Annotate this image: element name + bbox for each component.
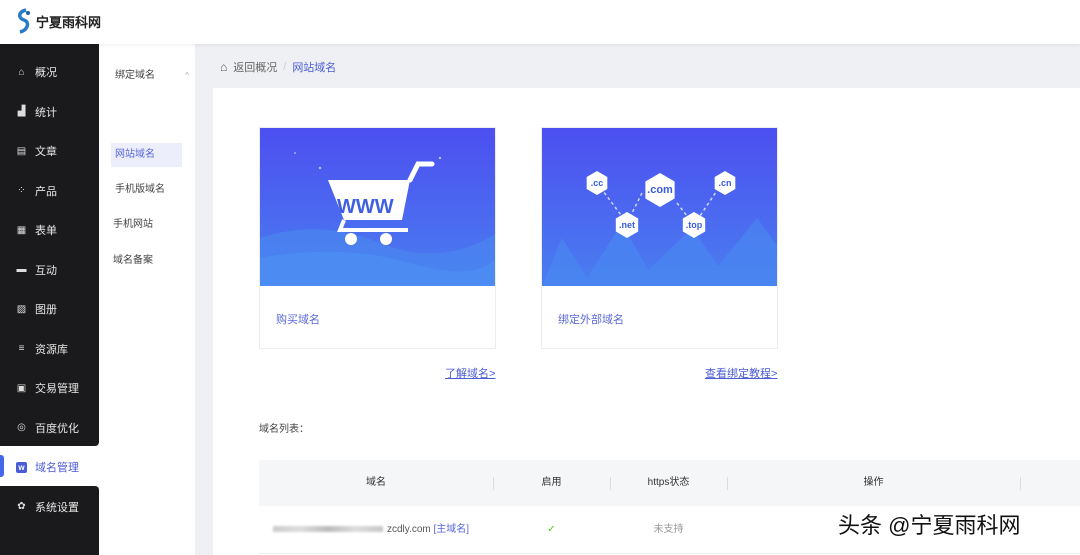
chart-icon: ▟ <box>17 106 26 117</box>
nav-item-0[interactable]: ⌂ 概况 <box>16 62 57 82</box>
home-icon: ⌂ <box>220 60 228 74</box>
active-indicator <box>0 455 4 477</box>
subnav-group-bind-domain[interactable]: 绑定域名 ^ <box>111 64 191 88</box>
nav-item-4[interactable]: ▦ 表单 <box>16 220 57 240</box>
grid-icon: ⁘ <box>17 185 26 196</box>
https-status: 未支持 <box>653 524 684 535</box>
subnav-item-domain-icp[interactable]: 域名备案 <box>110 249 181 273</box>
col-enabled: 启用 <box>541 477 562 488</box>
form-icon: ▦ <box>16 224 27 236</box>
nav-item-7[interactable]: ≡ 资源库 <box>16 339 68 359</box>
bind-external-domain-card[interactable]: .cc .com .cn .net .top 绑定外部域名 <box>541 127 778 349</box>
domain-name: zcdly.com <box>387 524 431 535</box>
nav-label: 统计 <box>35 106 57 119</box>
chevron-up-icon: ^ <box>185 71 189 80</box>
database-icon: ≡ <box>18 343 25 354</box>
nav-label: 表单 <box>35 225 57 237</box>
bind-external-domain-label[interactable]: 绑定外部域名 <box>558 311 624 327</box>
sub-sidebar: 绑定域名 ^ 网站域名 手机版域名 手机网站 域名备案 <box>99 44 195 555</box>
logo-icon <box>18 8 30 34</box>
buy-domain-label[interactable]: 购买域名 <box>276 311 320 327</box>
shopping-cart-illustration: WWW <box>260 128 495 286</box>
binding-tutorial-link[interactable]: 查看绑定教程> <box>705 365 777 381</box>
breadcrumb-current: 网站域名 <box>292 62 337 74</box>
primary-domain-tag: [主域名] <box>433 524 470 535</box>
nav-item-8[interactable]: ▣ 交易管理 <box>16 378 79 398</box>
nav-label: 资源库 <box>35 343 68 356</box>
nav-item-3[interactable]: ⁘ 产品 <box>16 181 57 201</box>
domain-icon: w <box>16 461 27 473</box>
nav-label: 系统设置 <box>35 501 79 514</box>
nav-item-1[interactable]: ▟ 统计 <box>16 102 57 122</box>
breadcrumb: ⌂ 返回概况 / 网站域名 <box>220 59 336 75</box>
subnav-group-label: 绑定域名 <box>115 70 155 81</box>
col-https: https状态 <box>647 477 690 488</box>
nav-label: 互动 <box>35 264 57 277</box>
top-header: 宁夏雨科网 <box>0 0 1080 44</box>
tld-hexagon-illustration: .cc .com .cn .net .top <box>542 128 777 286</box>
nav-item-9[interactable]: ◎ 百度优化 <box>16 418 79 438</box>
main-sidebar: ⌂ 概况 ▟ 统计 ▤ 文章 ⁘ 产品 ▦ 表单 ▬ 互动 ▨ 图册 ≡ 资源库 ▣ 交易管理 ◎ 百度优化 w 域名管理… <box>0 44 99 555</box>
target-icon: ◎ <box>17 422 26 433</box>
nav-label: 概况 <box>35 67 57 79</box>
logo[interactable]: 宁夏雨科网 <box>14 8 101 34</box>
col-actions: 操作 <box>863 477 884 488</box>
breadcrumb-separator: / <box>283 61 287 73</box>
subnav-item-mobile-domain[interactable]: 手机版域名 <box>111 178 182 202</box>
nav-label: 百度优化 <box>35 422 79 435</box>
album-icon: ▨ <box>16 303 27 315</box>
nav-label: 文章 <box>35 146 57 158</box>
buy-domain-card[interactable]: WWW 购买域名 <box>259 127 496 349</box>
logo-text: 宁夏雨科网 <box>36 15 102 31</box>
nav-item-2[interactable]: ▤ 文章 <box>16 141 57 161</box>
learn-domain-link[interactable]: 了解域名> <box>445 365 495 381</box>
www-text: WWW <box>337 196 394 218</box>
domain-cell: zcdly.com [主域名] <box>273 506 469 554</box>
nav-label: 交易管理 <box>35 383 79 395</box>
gear-icon: ✿ <box>17 501 26 512</box>
nav-label: 产品 <box>35 185 57 198</box>
subnav-item-mobile-site[interactable]: 手机网站 <box>110 213 181 237</box>
home-icon: ⌂ <box>18 66 25 78</box>
nav-item-5[interactable]: ▬ 互动 <box>16 260 58 280</box>
chat-icon: ▬ <box>16 264 27 275</box>
nav-item-10[interactable]: w 域名管理 <box>16 457 79 477</box>
enabled-check-icon: ✓ <box>547 524 556 535</box>
nav-label: 图册 <box>35 304 57 316</box>
watermark: 头条 @宁夏雨科网 <box>838 513 1021 538</box>
clipboard-icon: ▣ <box>16 382 27 394</box>
breadcrumb-back[interactable]: 返回概况 <box>233 59 277 75</box>
nav-item-6[interactable]: ▨ 图册 <box>16 299 57 319</box>
nav-label: 域名管理 <box>35 462 79 474</box>
nav-item-11[interactable]: ✿ 系统设置 <box>16 497 79 517</box>
domain-list-title: 域名列表： <box>259 424 309 435</box>
table-header: 域名 启用 https状态 操作 <box>259 460 1080 506</box>
subnav-item-website-domain[interactable]: 网站域名 <box>111 143 182 167</box>
col-domain: 域名 <box>366 477 386 488</box>
article-icon: ▤ <box>16 145 27 157</box>
